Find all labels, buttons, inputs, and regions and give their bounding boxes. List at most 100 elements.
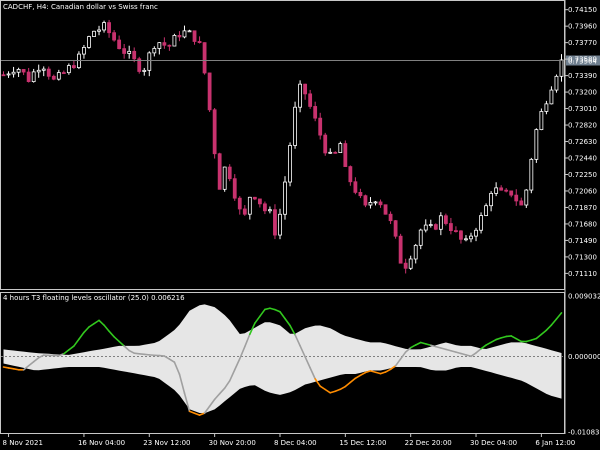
candle — [418, 228, 423, 250]
candle-body — [252, 196, 257, 200]
oscillator-segment — [254, 315, 261, 324]
band-fill-group — [3, 304, 562, 414]
candle — [298, 80, 302, 113]
price-tick-label: 0.73770 — [568, 39, 597, 47]
candle — [333, 151, 338, 154]
price-tick-label: 0.73960 — [568, 23, 597, 31]
chart-canvas[interactable]: 0.73564 0.74150 0.73960 0.73770 0.73580 0.73… — [0, 0, 600, 450]
candle — [539, 108, 544, 131]
candle — [464, 235, 468, 242]
candle-body — [454, 230, 458, 232]
candle-body — [11, 71, 16, 75]
candle — [283, 176, 287, 220]
price-tick-label: 0.71300 — [568, 253, 597, 261]
candle-body — [92, 30, 96, 37]
candle — [82, 44, 86, 59]
candle — [232, 174, 237, 201]
candle-body — [343, 143, 348, 167]
candle — [112, 30, 117, 42]
oscillator-segment — [535, 333, 543, 340]
main-chart-frame — [0, 0, 565, 290]
oscillator-segment — [339, 385, 347, 391]
candle — [192, 30, 197, 45]
candle — [423, 219, 428, 233]
candle — [403, 258, 408, 274]
price-tick-label: 0.74150 — [568, 6, 597, 14]
oscillator-segment — [274, 308, 281, 313]
candle — [303, 83, 308, 100]
candle — [177, 31, 182, 42]
candle — [6, 71, 11, 78]
oscillator-segment — [98, 319, 105, 326]
price-tick-label: 0.73010 — [568, 105, 597, 113]
candle-body — [26, 71, 31, 82]
candle-body — [293, 106, 297, 146]
candle-body — [469, 235, 473, 240]
candle — [122, 43, 127, 59]
candle-body — [242, 208, 247, 215]
candle-body — [102, 22, 106, 31]
candle-body — [494, 187, 499, 194]
candle — [363, 194, 368, 208]
time-axis-ticks: 8 Nov 2021 16 Nov 04:00 23 Nov 12:00 30 Nov… — [3, 434, 575, 447]
candle-body — [127, 50, 132, 54]
time-tick-label: 8 Dec 04:00 — [274, 439, 317, 447]
candle-body — [373, 201, 378, 204]
candle — [1, 71, 6, 77]
candle — [413, 243, 418, 264]
candle — [549, 86, 554, 105]
candle — [102, 20, 106, 33]
candle — [398, 233, 403, 264]
candle — [152, 46, 157, 57]
candle — [554, 74, 559, 93]
candle — [237, 196, 242, 215]
candle-body — [152, 48, 157, 54]
candle — [388, 211, 393, 225]
candle — [504, 188, 509, 193]
candle-body — [82, 47, 86, 55]
time-tick-label: 16 Nov 04:00 — [78, 439, 125, 447]
price-axis-ticks: 0.74150 0.73960 0.73770 0.73580 0.73390 0.732… — [565, 6, 597, 278]
candle-body — [192, 30, 197, 42]
candle — [263, 201, 267, 215]
candle-body — [288, 145, 292, 183]
candle — [257, 198, 262, 208]
candle — [242, 205, 247, 216]
oscillator-segment — [344, 381, 352, 388]
candle-body — [418, 229, 423, 246]
candle-body — [514, 194, 519, 202]
candle — [132, 47, 137, 63]
time-tick-label: 30 Nov 20:00 — [209, 439, 256, 447]
candle-body — [363, 195, 368, 206]
oscillator-segment — [515, 337, 523, 343]
candle-body — [132, 50, 137, 60]
candle-body — [338, 143, 343, 154]
candle — [383, 204, 388, 215]
candle — [438, 212, 443, 236]
candle — [448, 217, 453, 235]
indicator-tick-label: 0.000000 — [568, 353, 600, 361]
candle-body — [408, 258, 413, 269]
candle — [202, 42, 207, 75]
oscillator-segment — [490, 338, 497, 344]
candle — [278, 208, 282, 240]
candle — [11, 66, 16, 78]
candle-body — [197, 41, 202, 44]
candle-body — [388, 213, 393, 222]
candle — [182, 25, 187, 39]
oscillator-segment — [334, 388, 342, 393]
candle — [489, 191, 494, 212]
price-tick-label: 0.72440 — [568, 155, 597, 163]
candle — [459, 230, 463, 244]
price-tick-label: 0.72250 — [568, 171, 597, 179]
candle-body — [403, 262, 408, 269]
candle — [56, 69, 61, 81]
candle — [428, 219, 433, 228]
price-tick-label: 0.71110 — [568, 270, 597, 278]
candle — [474, 227, 478, 242]
candle — [393, 220, 398, 239]
candle-body — [544, 103, 549, 112]
oscillator-segment — [289, 324, 296, 336]
candle-body — [31, 71, 36, 82]
candle — [494, 182, 499, 197]
